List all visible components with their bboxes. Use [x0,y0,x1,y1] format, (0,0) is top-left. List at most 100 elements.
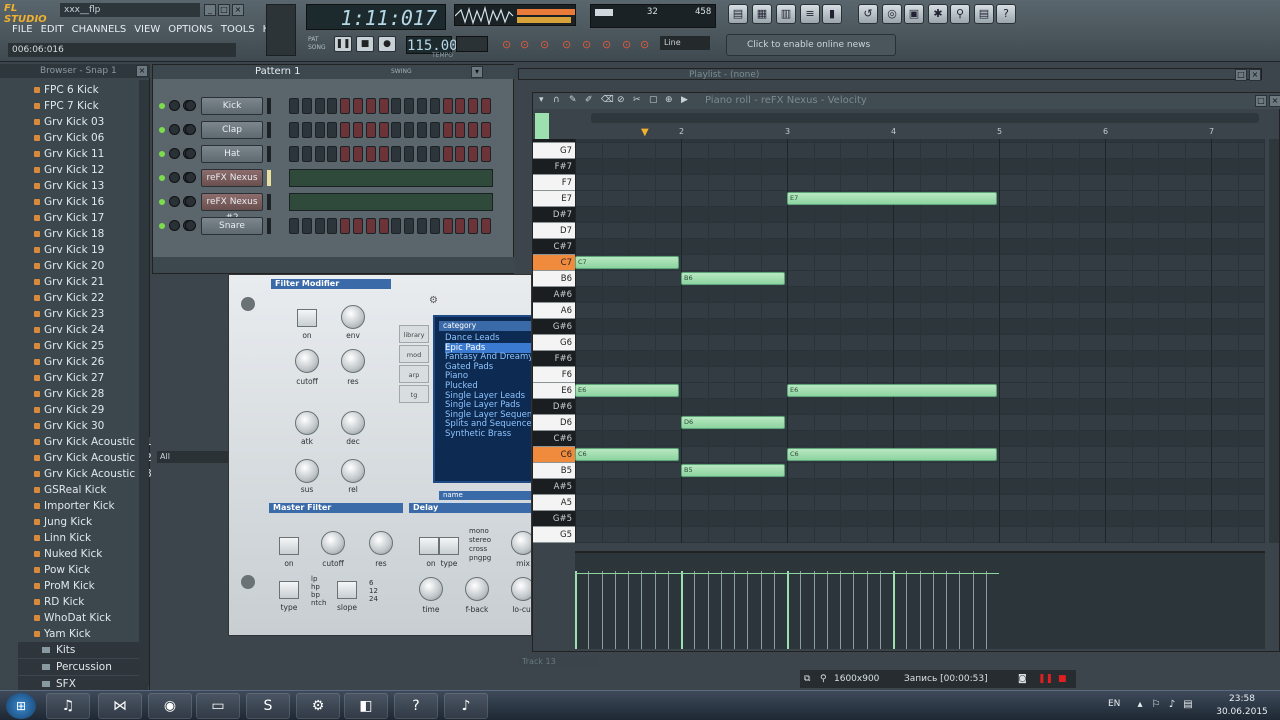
piano-key[interactable]: F#7 [533,159,575,175]
slope-option[interactable]: 6 [369,579,373,587]
snap-selector[interactable]: Line [660,36,710,50]
env-knob[interactable] [341,305,365,329]
resolution-label[interactable]: 1600x900 [834,670,879,688]
slope-option[interactable]: 24 [369,595,378,603]
channel-pitch-knob[interactable] [185,124,196,135]
play-button[interactable]: ❚❚ [334,36,352,52]
browser-item[interactable]: Grv Kick 16 [33,194,104,210]
paint-tool-icon[interactable]: ✐ [585,95,593,105]
note[interactable]: B6 [681,272,785,285]
velocity-stem[interactable] [601,571,603,649]
velocity-stem[interactable] [667,571,669,649]
channel-pitch-knob[interactable] [185,148,196,159]
velocity-stem[interactable] [906,571,908,649]
browser-item[interactable]: Grv Kick 06 [33,130,104,146]
channel-select-indicator[interactable] [267,98,271,114]
gear-icon[interactable]: ⚙ [429,295,438,306]
velocity-stem[interactable] [840,571,841,649]
velocity-stem[interactable] [694,571,696,649]
velocity-stem[interactable] [959,571,961,649]
category-item[interactable]: Splits and Sequences [445,419,531,429]
category-item[interactable]: Epic Pads [445,342,531,353]
category-item[interactable]: Gated Pads [445,362,493,372]
velocity-stem[interactable] [588,571,590,649]
time-display[interactable]: 1:11:017 [306,4,446,30]
step-button[interactable] [340,122,351,138]
step-button[interactable] [301,122,312,138]
filter-mod-on-button[interactable] [297,309,317,327]
record-button[interactable]: ● [378,36,396,52]
project-info-icon[interactable]: ◎ [882,4,902,24]
browser-item[interactable]: Grv Kick 24 [33,322,104,338]
velocity-stem[interactable] [800,571,802,649]
maximize-button[interactable]: □ [218,4,230,16]
piano-key[interactable]: G7 [533,143,575,159]
step-button[interactable] [442,218,453,234]
steam-icon[interactable]: ⚙ [296,693,340,719]
delay-feedback-knob[interactable] [465,577,489,601]
velocity-stem[interactable] [681,571,683,649]
piano-key[interactable]: A#6 [533,287,575,303]
channel-pitch-knob[interactable] [185,100,196,111]
step-button[interactable] [391,98,402,114]
flag-icon[interactable]: ▤ [1182,699,1194,711]
step-button[interactable] [442,122,453,138]
channel-name-button[interactable]: Hat [201,145,263,163]
visual-studio-icon[interactable]: ⋈ [98,693,142,719]
step-button[interactable] [340,98,351,114]
app-icon[interactable]: ◧ [344,693,388,719]
browser-item[interactable]: Grv Kick 22 [33,290,104,306]
browser-item[interactable]: Grv Kick 19 [33,242,104,258]
step-button[interactable] [314,146,325,162]
step-button[interactable] [314,98,325,114]
note[interactable]: C6 [575,448,679,461]
piano-roll-maximize-button[interactable]: □ [1255,95,1267,107]
channel-mute-led[interactable] [159,223,165,229]
category-item[interactable]: Dance Leads [445,333,500,343]
step-button[interactable] [289,218,299,234]
velocity-stem[interactable] [747,571,749,649]
step-button[interactable] [429,218,440,234]
note[interactable]: D6 [681,416,785,429]
save-icon[interactable]: ▣ [904,4,924,24]
step-button[interactable] [365,146,376,162]
channel-name-button[interactable]: reFX Nexus #2 [201,193,263,223]
step-button[interactable] [365,218,376,234]
browser-item[interactable]: Grv Kick 29 [33,402,104,418]
browser-item[interactable]: Grv Kick Acoustic 03 [34,466,152,482]
step-button[interactable] [378,122,389,138]
step-button[interactable] [404,146,415,162]
playback-tool-icon[interactable]: ▶ [681,95,688,105]
delay-mode-option[interactable]: stereo [469,536,491,544]
language-indicator[interactable]: EN [1108,699,1120,709]
channel-pan-knob[interactable] [169,220,180,231]
channel-name-button[interactable]: Clap [201,121,263,139]
mini-piano-roll[interactable] [289,169,493,187]
slope-option[interactable]: 12 [369,587,378,595]
note[interactable]: B5 [681,464,785,477]
step-button[interactable] [404,122,415,138]
browser-icon[interactable]: ≡ [800,4,820,24]
wait-input-icon[interactable]: ⊙ [520,38,529,51]
speaker-icon[interactable]: ♪ [1166,699,1178,711]
browser-item[interactable]: Importer Kick [34,498,115,514]
velocity-stem[interactable] [614,571,616,649]
step-button[interactable] [455,146,466,162]
step-button[interactable] [301,98,312,114]
channel-select-indicator[interactable] [267,218,271,234]
tray-arrow-icon[interactable]: ▴ [1134,699,1146,711]
category-item[interactable]: Piano [445,371,468,381]
velocity-stem[interactable] [813,571,815,649]
vertical-scrollbar[interactable] [1269,139,1279,543]
browser-item[interactable]: Grv Kick Acoustic 02 [34,450,152,466]
tab-tg[interactable]: tg [399,385,429,403]
decay-knob[interactable] [341,411,365,435]
browser-item[interactable]: Linn Kick [33,530,91,546]
browser-item[interactable]: Grv Kick 12 [33,162,104,178]
browser-item[interactable]: WhoDat Kick [33,610,111,626]
category-item[interactable]: Single Layer Pads [445,400,520,410]
piano-roll-close-button[interactable]: × [1269,95,1280,107]
playlist-close-button[interactable]: × [1249,69,1261,81]
channel-pan-knob[interactable] [169,100,180,111]
step-button[interactable] [442,98,453,114]
